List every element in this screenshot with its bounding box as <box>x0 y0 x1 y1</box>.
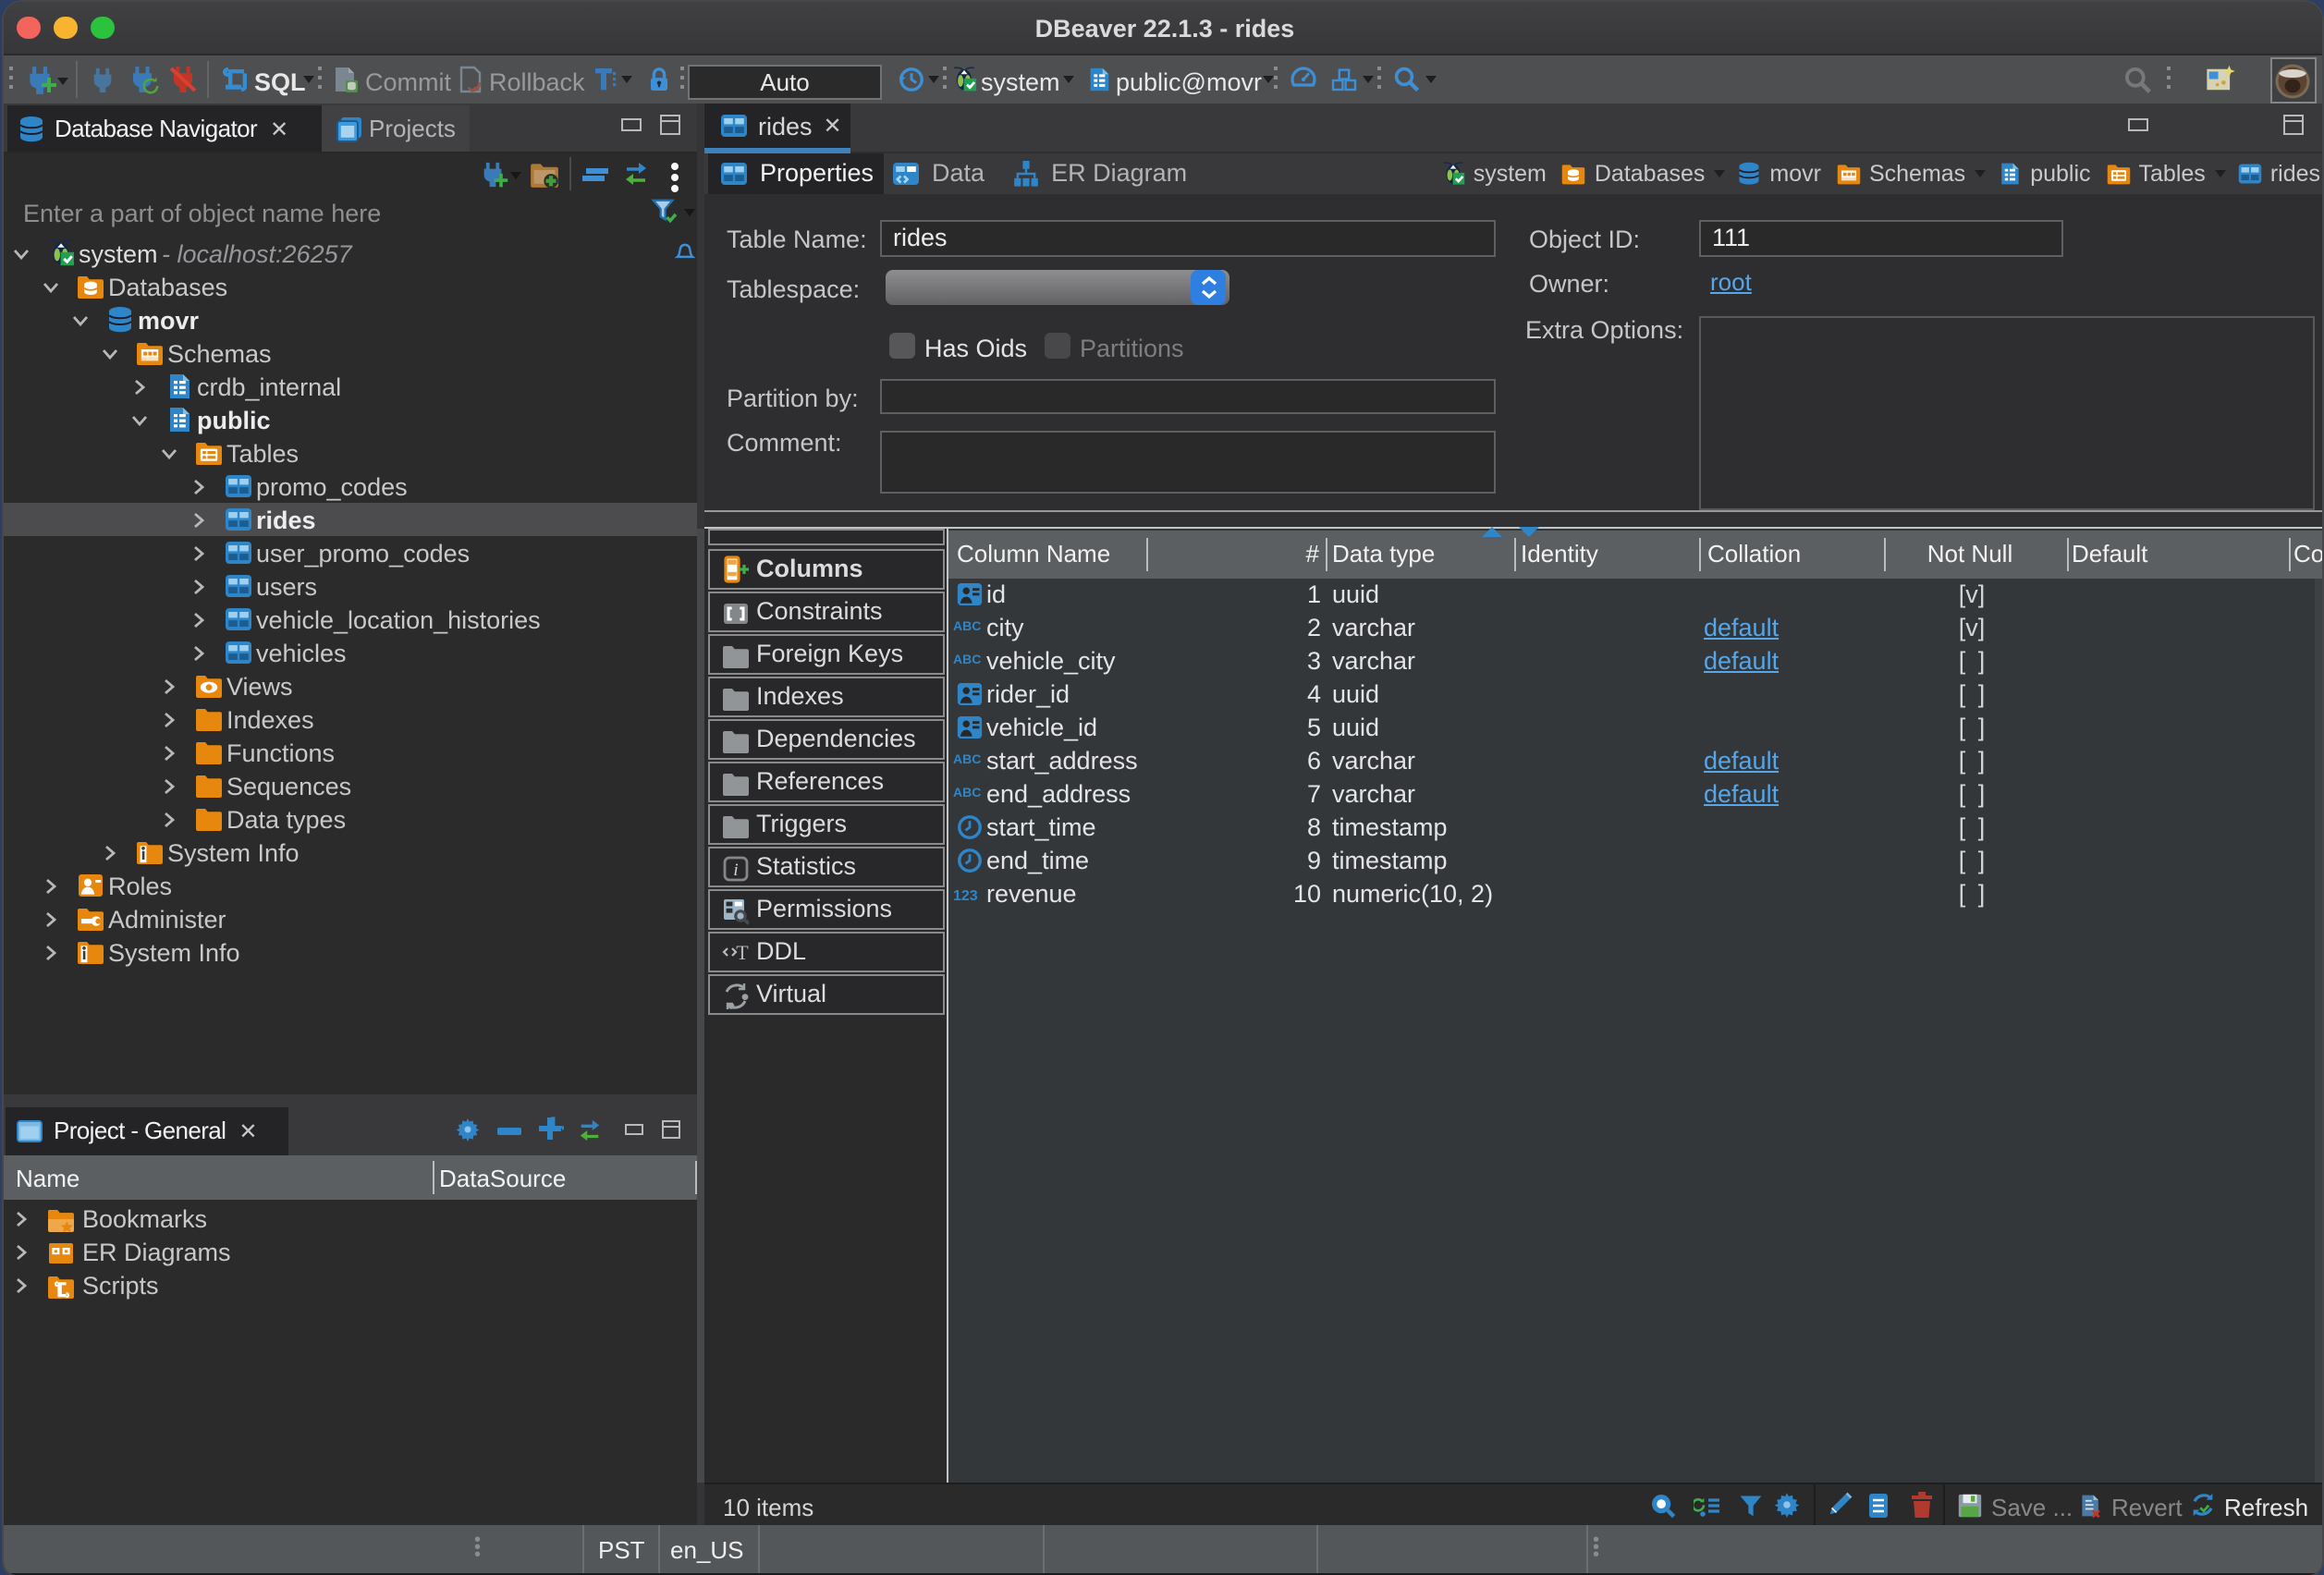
svg-text:T: T <box>736 940 749 963</box>
svg-text:i: i <box>733 860 738 879</box>
